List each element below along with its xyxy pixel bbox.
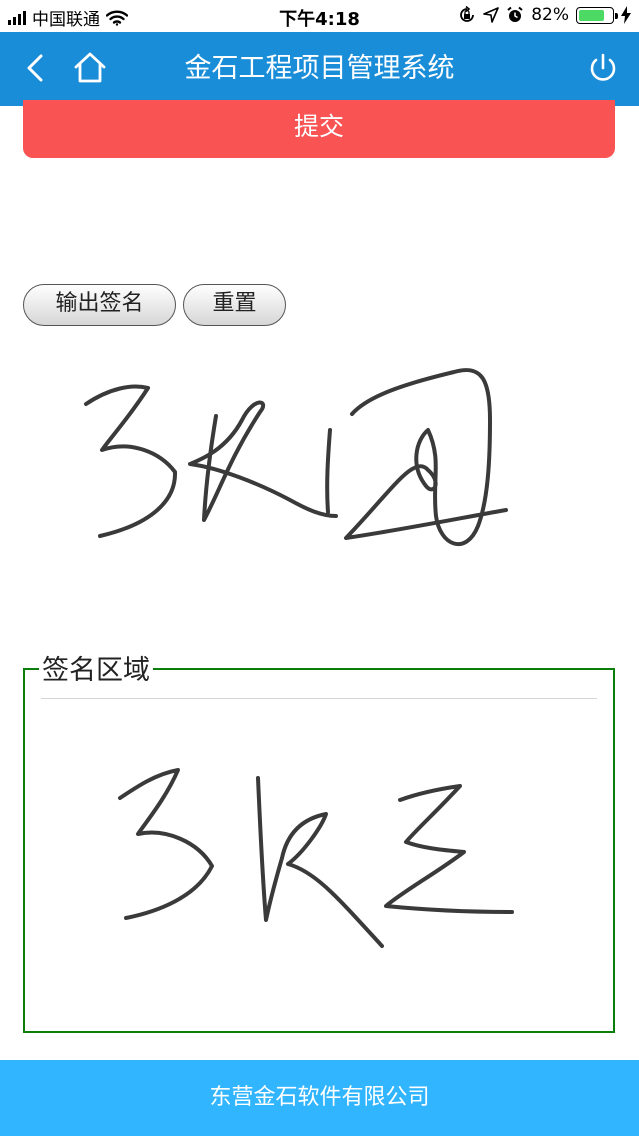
battery-percent: 82% <box>531 5 569 25</box>
signature-canvas[interactable] <box>26 702 612 1030</box>
charging-icon <box>621 6 631 24</box>
signature-area-legend: 签名区域 <box>39 648 153 687</box>
legend-divider <box>41 698 597 699</box>
home-icon <box>74 52 106 83</box>
battery-icon <box>576 6 618 24</box>
location-icon <box>483 7 500 23</box>
home-button[interactable] <box>70 48 110 88</box>
back-icon <box>27 54 43 82</box>
back-button[interactable] <box>18 48 58 88</box>
reset-button[interactable]: 重置 <box>183 284 286 326</box>
status-right: 82% <box>458 5 631 25</box>
alarm-icon <box>507 6 523 22</box>
status-bar: 中国联通 下午4:18 82% <box>0 0 639 32</box>
app-header: 金石工程项目管理系统 <box>0 32 639 106</box>
submit-button[interactable]: 提交 <box>23 100 615 158</box>
orientation-lock-icon <box>460 6 475 22</box>
app-screen: 中国联通 下午4:18 82% 金石工程项目管理系统 提交 输出签名 重置 签名… <box>0 0 639 1136</box>
footer-company: 东营金石软件有限公司 <box>0 1060 639 1136</box>
export-signature-button[interactable]: 输出签名 <box>23 284 176 326</box>
exported-signature-image <box>84 368 508 547</box>
logout-button[interactable] <box>583 48 623 88</box>
power-icon <box>590 53 616 81</box>
